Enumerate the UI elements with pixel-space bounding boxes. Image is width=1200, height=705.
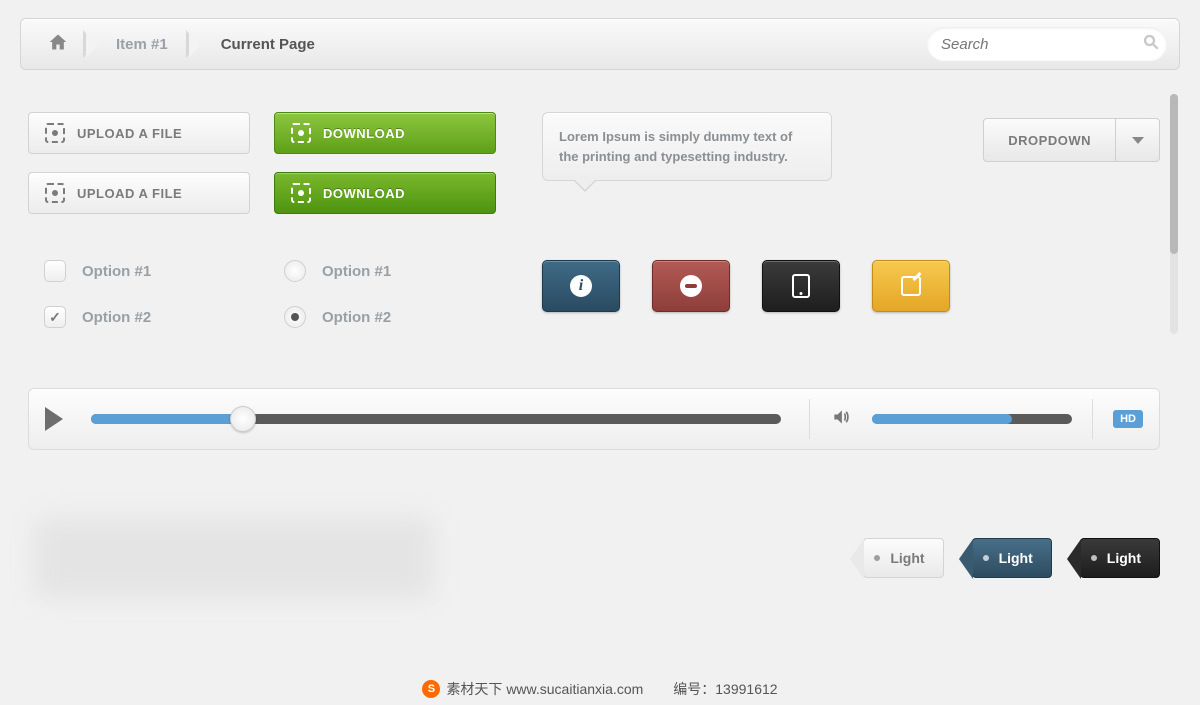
radio-option-1[interactable]: Option #1 (284, 260, 524, 282)
player-divider (809, 399, 810, 439)
breadcrumb-current: Current Page (211, 36, 325, 53)
dropdown-label: DROPDOWN (983, 118, 1116, 162)
player-divider-2 (1092, 399, 1093, 439)
checkbox-label: Option #2 (82, 309, 151, 326)
checkbox-icon (44, 260, 66, 282)
checkbox-icon-checked: ✓ (44, 306, 66, 328)
footer-id: 13991612 (715, 681, 777, 697)
search-icon (1142, 33, 1160, 56)
breadcrumb-home[interactable] (33, 19, 83, 69)
tag-light-1[interactable]: Light (863, 538, 943, 578)
dropdown-caret[interactable] (1116, 118, 1160, 162)
tag-dark[interactable]: Light (1080, 538, 1160, 578)
edit-button[interactable] (872, 260, 950, 312)
search-field[interactable] (927, 27, 1167, 61)
breadcrumb-item[interactable]: Item #1 (108, 36, 186, 53)
footer-id-label: 编号： (673, 681, 715, 697)
upload-icon (45, 183, 65, 203)
tag-dot-icon (983, 555, 989, 561)
radio-label: Option #1 (322, 263, 391, 280)
tooltip-text: Lorem Ipsum is simply dummy text of the … (559, 129, 792, 164)
upload-label: UPLOAD A FILE (77, 126, 182, 141)
chevron-down-icon (1132, 137, 1144, 144)
site-logo-icon: S (422, 680, 440, 698)
progress-knob[interactable] (230, 406, 256, 432)
checkbox-label: Option #1 (82, 263, 151, 280)
home-icon (33, 32, 83, 57)
block-button[interactable] (652, 260, 730, 312)
breadcrumb-bar: Item #1 Current Page (20, 18, 1180, 70)
upload-button[interactable]: UPLOAD A FILE (28, 112, 250, 154)
download-label-2: DOWNLOAD (323, 186, 405, 201)
download-icon (291, 123, 311, 143)
progress-fill (91, 414, 243, 424)
tag-row: Light Light Light (863, 538, 1160, 578)
tooltip-box: Lorem Ipsum is simply dummy text of the … (542, 112, 832, 181)
radio-icon-selected (284, 306, 306, 328)
tag-blue[interactable]: Light (972, 538, 1052, 578)
radio-label: Option #2 (322, 309, 391, 326)
download-label: DOWNLOAD (323, 126, 405, 141)
upload-label-2: UPLOAD A FILE (77, 186, 182, 201)
upload-icon (45, 123, 65, 143)
device-button[interactable] (762, 260, 840, 312)
content-area: UPLOAD A FILE DOWNLOAD UPLOAD A FILE DOW… (20, 88, 1180, 705)
play-icon[interactable] (45, 407, 63, 431)
tag-dot-icon (874, 555, 880, 561)
upload-button-2[interactable]: UPLOAD A FILE (28, 172, 250, 214)
dropdown[interactable]: DROPDOWN (983, 118, 1160, 162)
radio-icon (284, 260, 306, 282)
minus-circle-icon (680, 275, 702, 297)
download-button-2[interactable]: DOWNLOAD (274, 172, 496, 214)
volume-fill (872, 414, 1012, 424)
icon-button-row: i (542, 260, 950, 312)
hd-badge[interactable]: HD (1113, 410, 1143, 428)
info-button[interactable]: i (542, 260, 620, 312)
radio-option-2[interactable]: Option #2 (284, 306, 524, 328)
tag-label: Light (1107, 550, 1141, 566)
download-button[interactable]: DOWNLOAD (274, 112, 496, 154)
download-icon (291, 183, 311, 203)
scrollbar-thumb[interactable] (1170, 94, 1178, 254)
tag-label: Light (890, 550, 924, 566)
volume-track[interactable] (872, 414, 1072, 424)
vertical-scrollbar[interactable] (1170, 94, 1178, 334)
search-input[interactable] (941, 36, 1142, 53)
options-group: Option #1 ✓ Option #2 Option #1 Option #2 (44, 260, 524, 328)
footer-meta: S 素材天下 www.sucaitianxia.com 编号：13991612 (0, 679, 1200, 699)
checkbox-option-2[interactable]: ✓ Option #2 (44, 306, 284, 328)
info-icon: i (570, 275, 592, 297)
tag-label: Light (999, 550, 1033, 566)
blurred-region (34, 518, 434, 598)
checkbox-option-1[interactable]: Option #1 (44, 260, 284, 282)
tag-dot-icon (1091, 555, 1097, 561)
tablet-icon (792, 274, 810, 298)
speaker-icon[interactable] (830, 407, 852, 432)
media-player: HD (28, 388, 1160, 450)
edit-icon (901, 276, 921, 296)
footer-site: 素材天下 www.sucaitianxia.com (446, 679, 643, 699)
progress-track[interactable] (91, 414, 781, 424)
